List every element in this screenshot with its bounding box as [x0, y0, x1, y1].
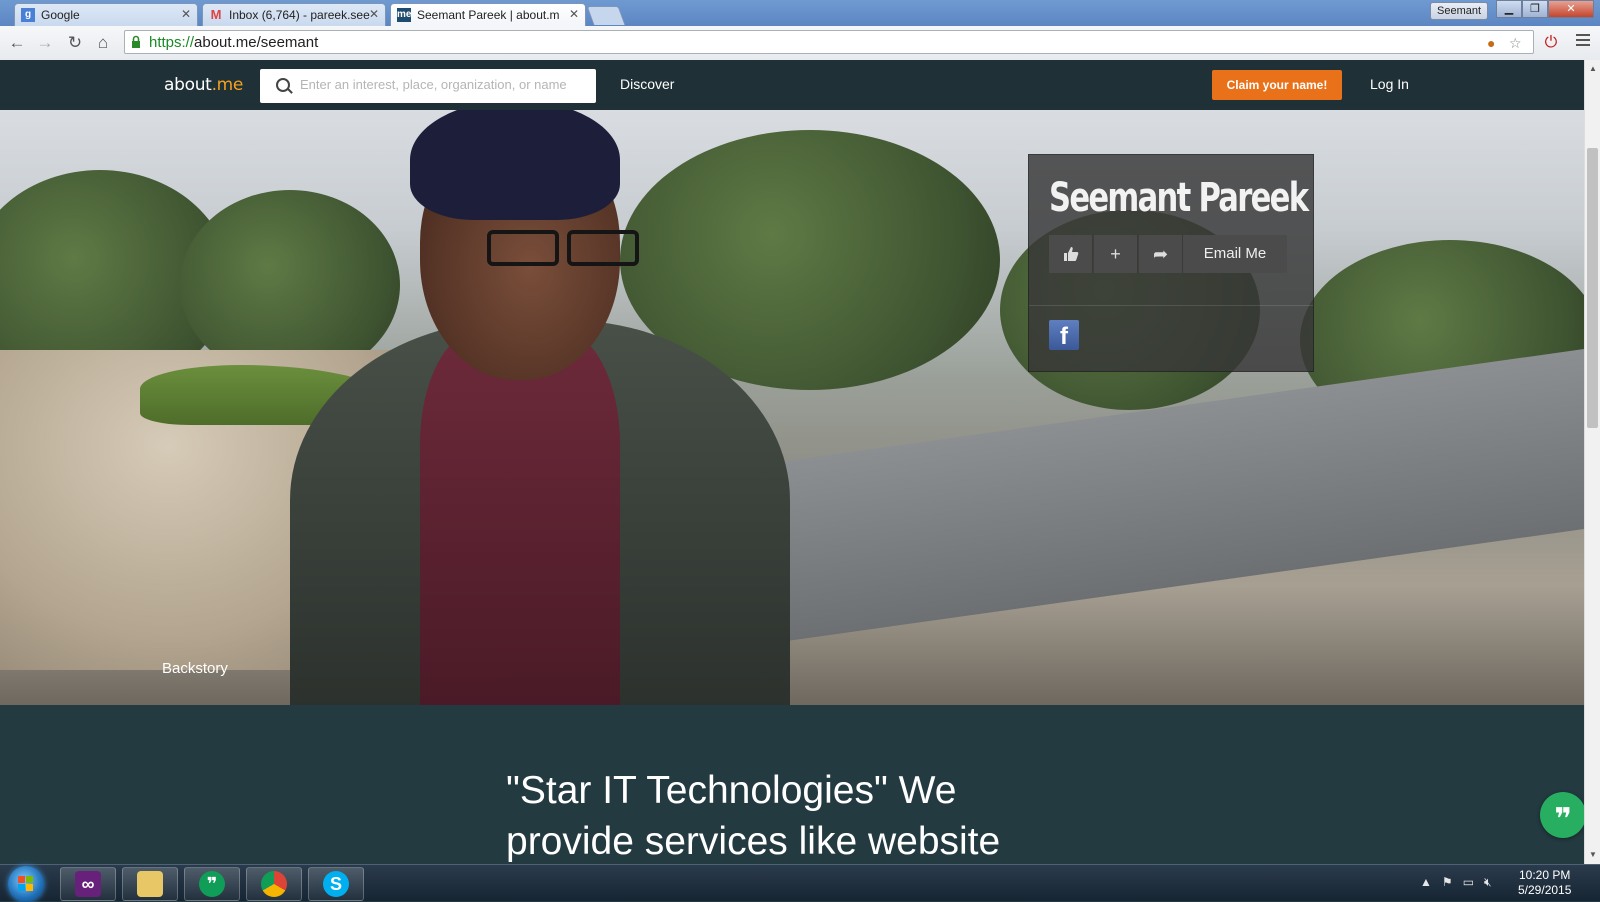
close-tab-icon[interactable]: ✕ [369, 7, 379, 21]
clock-time: 10:20 PM [1519, 868, 1571, 882]
profile-badge[interactable]: Seemant [1430, 2, 1489, 20]
hair [410, 110, 620, 220]
forward-arrow-icon[interactable]: → [34, 32, 56, 54]
close-tab-icon[interactable]: ✕ [569, 7, 579, 21]
plus-icon: + [1110, 244, 1121, 264]
back-arrow-icon[interactable]: ← [6, 32, 28, 54]
close-tab-icon[interactable]: ✕ [181, 7, 191, 21]
visual-studio-icon: ∞ [75, 871, 101, 897]
hero-background-photo: Backstory [0, 110, 1584, 705]
claim-name-button[interactable]: Claim your name! [1212, 70, 1342, 100]
visual-studio-taskbar-button[interactable]: ∞ [60, 867, 116, 901]
address-bar[interactable]: https://about.me/seemant ● ☆ [124, 30, 1534, 54]
file-explorer-icon [137, 871, 163, 897]
site-search [260, 69, 596, 103]
card-divider [1029, 305, 1313, 306]
tab-title: Google [41, 8, 80, 22]
tab-aboutme[interactable]: me Seemant Pareek | about.m ✕ [390, 3, 586, 26]
taskbar-clock[interactable]: 10:20 PM 5/29/2015 [1518, 868, 1571, 898]
aboutme-logo[interactable]: about.me [164, 75, 243, 95]
tab-title: Inbox (6,764) - pareek.see [229, 8, 370, 22]
like-button[interactable] [1049, 235, 1093, 273]
chrome-icon [261, 871, 287, 897]
share-arrow-icon: ➦ [1152, 244, 1169, 264]
tab-title: Seemant Pareek | about.m [417, 8, 560, 22]
hangouts-taskbar-button[interactable]: ❞ [184, 867, 240, 901]
chrome-taskbar-button[interactable] [246, 867, 302, 901]
action-center-flag-icon[interactable]: ⚑ [1442, 875, 1453, 889]
tab-gmail[interactable]: M Inbox (6,764) - pareek.see ✕ [202, 3, 386, 26]
home-icon[interactable]: ⌂ [92, 32, 114, 54]
follow-button[interactable]: + [1094, 235, 1138, 273]
new-tab-button[interactable] [586, 6, 626, 25]
clock-date: 5/29/2015 [1518, 883, 1572, 897]
thumbs-up-icon [1063, 247, 1078, 261]
discover-link[interactable]: Discover [620, 76, 674, 92]
shirt [420, 330, 620, 705]
search-icon [276, 78, 290, 92]
tab-google[interactable]: g Google ✕ [14, 3, 198, 26]
network-icon[interactable]: ▭ [1463, 875, 1474, 889]
close-window-button[interactable]: ✕ [1548, 0, 1594, 18]
login-link[interactable]: Log In [1370, 76, 1409, 92]
minimize-button[interactable]: ▁ [1496, 0, 1522, 18]
power-extension-icon[interactable]: ⏻ [1540, 32, 1562, 54]
glasses [475, 230, 645, 270]
scroll-thumb[interactable] [1587, 148, 1598, 428]
bookmark-star-icon[interactable]: ☆ [1509, 35, 1522, 52]
search-input[interactable] [298, 76, 592, 93]
file-explorer-taskbar-button[interactable] [122, 867, 178, 901]
bio-section: "Star IT Technologies" We provide servic… [0, 705, 1584, 864]
windows-logo-icon [18, 876, 34, 892]
reload-icon[interactable]: ↻ [64, 32, 86, 54]
backstory-link[interactable]: Backstory [162, 660, 228, 677]
email-me-button[interactable]: Email Me [1183, 235, 1287, 273]
windows-taskbar: ∞ ❞ S ▲ ⚑ ▭ 🔇︎ 10:20 PM 5/29/2015 [0, 864, 1600, 902]
page-scrollbar[interactable]: ▲ ▼ [1584, 60, 1600, 864]
profile-name: Seemant Pareek [1049, 175, 1309, 221]
site-header: about.me Discover Claim your name! Log I… [0, 60, 1584, 110]
lock-icon [132, 35, 140, 48]
hangouts-icon: ❞ [199, 871, 225, 897]
skype-taskbar-button[interactable]: S [308, 867, 364, 901]
gmail-favicon-icon: M [210, 7, 222, 22]
restore-button[interactable]: ❐ [1522, 0, 1548, 18]
system-tray[interactable]: ▲ ⚑ ▭ 🔇︎ [1420, 875, 1492, 890]
aboutme-favicon-icon: me [397, 8, 412, 22]
scroll-up-icon[interactable]: ▲ [1589, 64, 1597, 73]
start-button[interactable] [8, 866, 44, 902]
scroll-down-icon[interactable]: ▼ [1589, 850, 1597, 859]
skype-icon: S [323, 871, 349, 897]
show-hidden-icons-icon[interactable]: ▲ [1420, 875, 1432, 889]
menu-icon[interactable] [1576, 34, 1590, 48]
volume-muted-icon[interactable]: 🔇︎ [1484, 875, 1492, 889]
bio-text: "Star IT Technologies" We provide servic… [506, 769, 1001, 863]
browser-tabstrip: g Google ✕ M Inbox (6,764) - pareek.see … [0, 0, 1600, 26]
profile-card: Seemant Pareek + ➦ Email Me f [1028, 154, 1314, 372]
url-text: https://about.me/seemant [149, 34, 319, 51]
google-favicon-icon: g [21, 8, 35, 22]
profile-person [270, 110, 830, 705]
extension-icon[interactable]: ● [1487, 35, 1495, 51]
facebook-icon[interactable]: f [1049, 320, 1079, 350]
browser-toolbar: ← → ↻ ⌂ https://about.me/seemant ● ☆ ⏻ [0, 26, 1600, 61]
quote-bubble-icon[interactable]: ❞ [1540, 792, 1586, 838]
share-button[interactable]: ➦ [1139, 235, 1183, 273]
